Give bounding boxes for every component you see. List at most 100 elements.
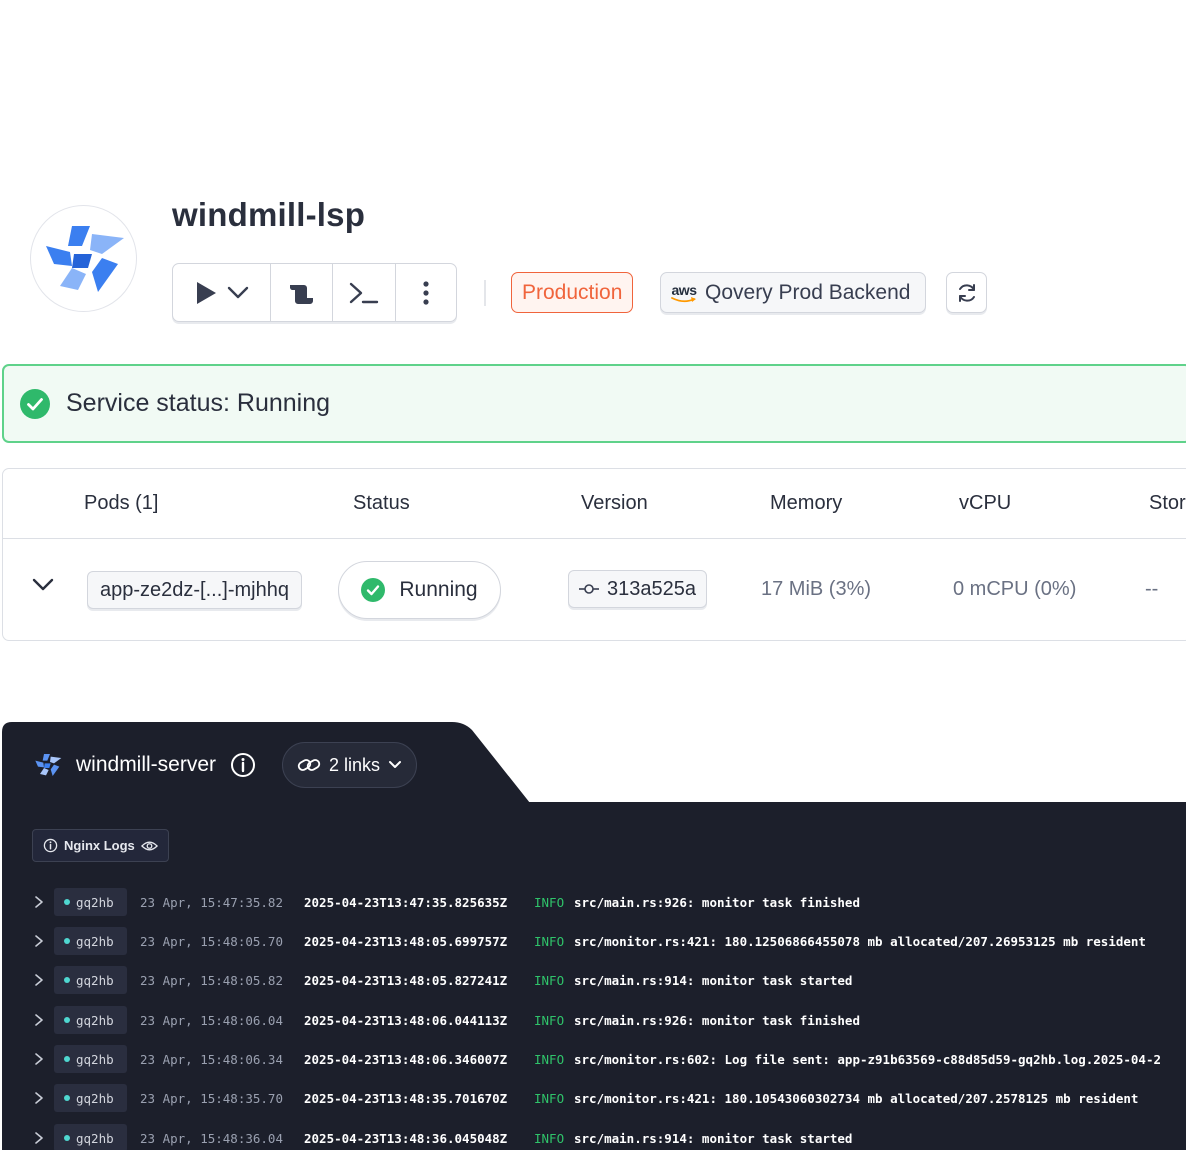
- chevron-down-icon: [389, 761, 402, 768]
- log-message: src/monitor.rs:421: 180.10543060302734 m…: [574, 1090, 1139, 1106]
- log-pod-name: gq2hb: [76, 1130, 114, 1146]
- log-message: src/monitor.rs:602: Log file sent: app-z…: [574, 1051, 1161, 1067]
- log-line[interactable]: gq2hb 23 Apr, 15:48:35.70 2025-04-23T13:48…: [2, 1084, 1186, 1112]
- play-icon: [196, 281, 216, 304]
- service-status-text: Service status: Running: [66, 389, 331, 417]
- pod-version: 313a525a: [607, 577, 696, 600]
- log-line[interactable]: gq2hb 23 Apr, 15:48:36.04 2025-04-23T13:48…: [2, 1124, 1186, 1150]
- chevron-down-icon[interactable]: [31, 577, 55, 593]
- log-level: INFO: [534, 1130, 565, 1146]
- pod-status-dot: [64, 938, 70, 944]
- pod-memory: 17 MiB (3%): [761, 578, 872, 600]
- log-pod-name: gq2hb: [76, 1051, 114, 1067]
- log-pod-chip[interactable]: gq2hb: [54, 1045, 127, 1073]
- check-circle-icon: [361, 578, 386, 602]
- log-timestamp: 23 Apr, 15:48:06.34: [140, 1051, 283, 1067]
- links-label: 2 links: [329, 754, 381, 775]
- pods-table-header: Pods (1] Status Version Memory vCPU Stor: [3, 469, 1186, 539]
- pod-status-dot: [64, 977, 70, 983]
- log-pod-chip[interactable]: gq2hb: [54, 966, 127, 994]
- chevron-right-icon[interactable]: [34, 1091, 44, 1105]
- log-pod-name: gq2hb: [76, 972, 114, 988]
- environment-badge[interactable]: Production: [511, 272, 634, 313]
- log-iso-timestamp: 2025-04-23T13:48:35.701670Z: [304, 1090, 508, 1106]
- log-pod-chip[interactable]: gq2hb: [54, 1124, 127, 1150]
- windmill-logo-icon: [45, 225, 124, 292]
- service-status-banner: Service status: Running: [2, 364, 1186, 443]
- cluster-badge[interactable]: aws Qovery Prod Backend: [660, 272, 926, 313]
- log-pod-name: gq2hb: [76, 1090, 114, 1106]
- pod-status-badge: Running: [338, 561, 501, 619]
- log-panel-header: windmill-server 2 links: [34, 742, 418, 788]
- chevron-right-icon[interactable]: [34, 973, 44, 987]
- environment-badge-label: Production: [522, 280, 623, 304]
- service-title: windmill-lsp: [172, 196, 366, 233]
- log-level: INFO: [534, 1090, 565, 1106]
- log-level: INFO: [534, 1012, 565, 1028]
- log-message: src/main.rs:926: monitor task finished: [574, 1012, 860, 1028]
- pod-name: app-ze2dz-[...]-mjhhq: [100, 578, 289, 601]
- log-timestamp: 23 Apr, 15:48:36.04: [140, 1130, 283, 1146]
- log-message: src/main.rs:914: monitor task started: [574, 972, 853, 988]
- log-timestamp: 23 Apr, 15:48:05.82: [140, 972, 283, 988]
- eye-icon: [140, 841, 158, 850]
- log-timestamp: 23 Apr, 15:48:05.70: [140, 933, 283, 949]
- table-row[interactable]: app-ze2dz-[...]-mjhhq Running 313a525a 1…: [3, 539, 1186, 641]
- chevron-right-icon[interactable]: [34, 934, 44, 948]
- link-icon: [297, 759, 321, 771]
- service-info-button[interactable]: [230, 752, 256, 778]
- git-commit-icon: [579, 584, 599, 594]
- log-line[interactable]: gq2hb 23 Apr, 15:47:35.82 2025-04-23T13:47…: [2, 888, 1186, 916]
- pod-status-label: Running: [399, 578, 478, 601]
- pod-status-dot: [64, 1095, 70, 1101]
- log-line[interactable]: gq2hb 23 Apr, 15:48:05.82 2025-04-23T13:48…: [2, 966, 1186, 994]
- log-pod-name: gq2hb: [76, 894, 114, 910]
- column-header-status: Status: [353, 492, 410, 514]
- info-icon: [231, 753, 256, 777]
- pod-storage: --: [1145, 578, 1159, 600]
- pod-status-dot: [64, 899, 70, 905]
- log-pod-chip[interactable]: gq2hb: [54, 1084, 127, 1112]
- log-iso-timestamp: 2025-04-23T13:48:36.045048Z: [304, 1130, 508, 1146]
- pod-status-dot: [64, 1017, 70, 1023]
- chevron-right-icon[interactable]: [34, 1013, 44, 1027]
- log-timestamp: 23 Apr, 15:48:35.70: [140, 1090, 283, 1106]
- log-pod-chip[interactable]: gq2hb: [54, 927, 127, 955]
- pods-table: Pods (1] Status Version Memory vCPU Stor…: [2, 468, 1186, 641]
- log-line[interactable]: gq2hb 23 Apr, 15:48:06.04 2025-04-23T13:48…: [2, 1006, 1186, 1034]
- aws-icon: aws: [671, 283, 697, 303]
- terminal-button[interactable]: [333, 264, 396, 321]
- chevron-right-icon[interactable]: [34, 1052, 44, 1066]
- pod-vcpu: 0 mCPU (0%): [953, 578, 1077, 600]
- log-timestamp: 23 Apr, 15:48:06.04: [140, 1012, 283, 1028]
- nginx-logs-button[interactable]: Nginx Logs: [32, 829, 169, 862]
- links-dropdown-button[interactable]: 2 links: [282, 742, 418, 788]
- logs-button[interactable]: [271, 264, 333, 321]
- service-logo: [30, 205, 137, 312]
- log-panel: windmill-server 2 links Nginx Logs gq2hb…: [2, 722, 1186, 1150]
- chevron-right-icon[interactable]: [34, 895, 44, 909]
- log-line[interactable]: gq2hb 23 Apr, 15:48:06.34 2025-04-23T13:48…: [2, 1045, 1186, 1073]
- log-iso-timestamp: 2025-04-23T13:48:06.346007Z: [304, 1051, 508, 1067]
- pod-name-chip[interactable]: app-ze2dz-[...]-mjhhq: [87, 571, 302, 609]
- log-pod-chip[interactable]: gq2hb: [54, 888, 127, 916]
- log-iso-timestamp: 2025-04-23T13:48:05.827241Z: [304, 972, 508, 988]
- terminal-icon: [349, 282, 379, 303]
- more-actions-button[interactable]: [396, 264, 456, 321]
- info-icon: [43, 838, 58, 853]
- refresh-button[interactable]: [946, 272, 987, 313]
- log-message: src/monitor.rs:421: 180.12506866455078 m…: [574, 933, 1146, 949]
- log-timestamp: 23 Apr, 15:47:35.82: [140, 894, 283, 910]
- log-level: INFO: [534, 972, 565, 988]
- log-iso-timestamp: 2025-04-23T13:47:35.825635Z: [304, 894, 508, 910]
- column-header-version: Version: [581, 492, 648, 514]
- log-line[interactable]: gq2hb 23 Apr, 15:48:05.70 2025-04-23T13:48…: [2, 927, 1186, 955]
- log-pod-chip[interactable]: gq2hb: [54, 1006, 127, 1034]
- pod-version-chip[interactable]: 313a525a: [568, 570, 707, 608]
- column-header-storage: Stor: [1149, 492, 1186, 514]
- deploy-dropdown-button[interactable]: [173, 264, 271, 321]
- cluster-name: Qovery Prod Backend: [705, 280, 911, 304]
- log-iso-timestamp: 2025-04-23T13:48:05.699757Z: [304, 933, 508, 949]
- chevron-right-icon[interactable]: [34, 1131, 44, 1145]
- log-iso-timestamp: 2025-04-23T13:48:06.044113Z: [304, 1012, 508, 1028]
